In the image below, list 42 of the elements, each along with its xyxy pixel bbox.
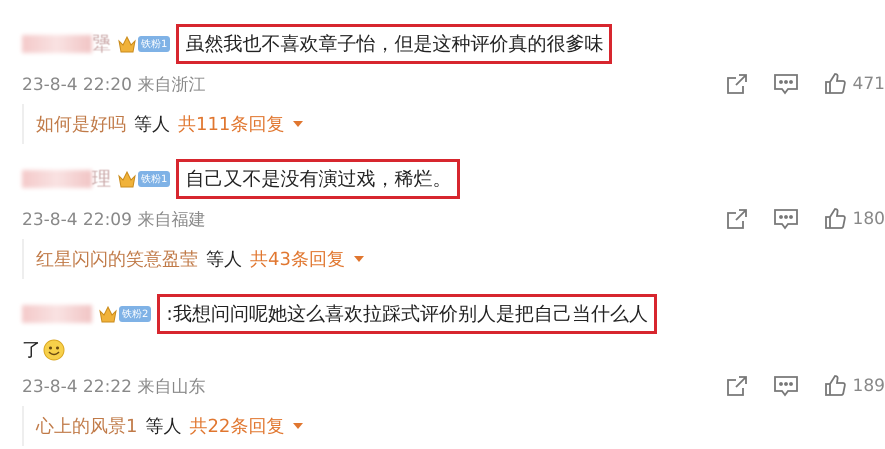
comment-text: 自己又不是没有演过戏，稀烂。 bbox=[176, 159, 460, 199]
crown-icon bbox=[98, 305, 118, 323]
share-icon[interactable] bbox=[724, 207, 749, 231]
reply-username[interactable]: 如何是好吗 bbox=[36, 112, 126, 136]
like-count: 471 bbox=[852, 74, 885, 94]
comment-text: 了 bbox=[22, 338, 41, 363]
caret-icon[interactable] bbox=[292, 120, 304, 128]
crown-icon bbox=[117, 35, 137, 53]
comment-text: :我想问问呢她这么喜欢拉踩式评价别人是把自己当什么人 bbox=[157, 294, 657, 334]
reply-suffix: 等人 bbox=[145, 415, 182, 438]
reply-count[interactable]: 共22条回复 bbox=[189, 414, 284, 438]
crown-icon bbox=[117, 170, 137, 188]
comment-icon[interactable] bbox=[772, 207, 799, 231]
fan-badge: 铁粉1 bbox=[138, 36, 170, 52]
comment-text: 虽然我也不喜欢章子怡，但是这种评价真的很爹味 bbox=[176, 24, 612, 64]
comment-meta: 23-8-4 22:20 来自浙江 bbox=[22, 74, 206, 96]
blurred-username bbox=[22, 305, 92, 323]
comment-meta: 23-8-4 22:09 来自福建 bbox=[22, 208, 206, 230]
reply-suffix: 等人 bbox=[206, 248, 242, 271]
fan-badge: 铁粉2 bbox=[119, 306, 152, 322]
share-icon[interactable] bbox=[724, 374, 749, 398]
reply-suffix: 等人 bbox=[134, 113, 170, 136]
caret-icon[interactable] bbox=[352, 255, 365, 263]
reply-count[interactable]: 共43条回复 bbox=[250, 247, 345, 271]
username[interactable]: 理 bbox=[92, 166, 111, 192]
reply-count[interactable]: 共111条回复 bbox=[178, 112, 284, 136]
thumbs-up-icon[interactable] bbox=[822, 207, 847, 231]
comment-meta: 23-8-4 22:22 来自山东 bbox=[22, 376, 206, 398]
like-count: 180 bbox=[852, 209, 885, 229]
comment-icon[interactable] bbox=[772, 374, 799, 398]
share-icon[interactable] bbox=[724, 72, 749, 96]
fan-badge: 铁粉1 bbox=[138, 171, 170, 187]
like-count: 189 bbox=[852, 376, 885, 396]
blurred-username bbox=[22, 170, 92, 188]
blurred-username bbox=[22, 35, 92, 53]
thumbs-up-icon[interactable] bbox=[822, 374, 847, 398]
comment-icon[interactable] bbox=[772, 72, 799, 96]
caret-icon[interactable] bbox=[292, 422, 304, 430]
username[interactable]: 犟 bbox=[92, 31, 111, 57]
thumbs-up-icon[interactable] bbox=[822, 72, 847, 96]
reply-username[interactable]: 心上的风景1 bbox=[36, 414, 138, 438]
reply-username[interactable]: 红星闪闪的笑意盈莹 bbox=[36, 247, 198, 271]
